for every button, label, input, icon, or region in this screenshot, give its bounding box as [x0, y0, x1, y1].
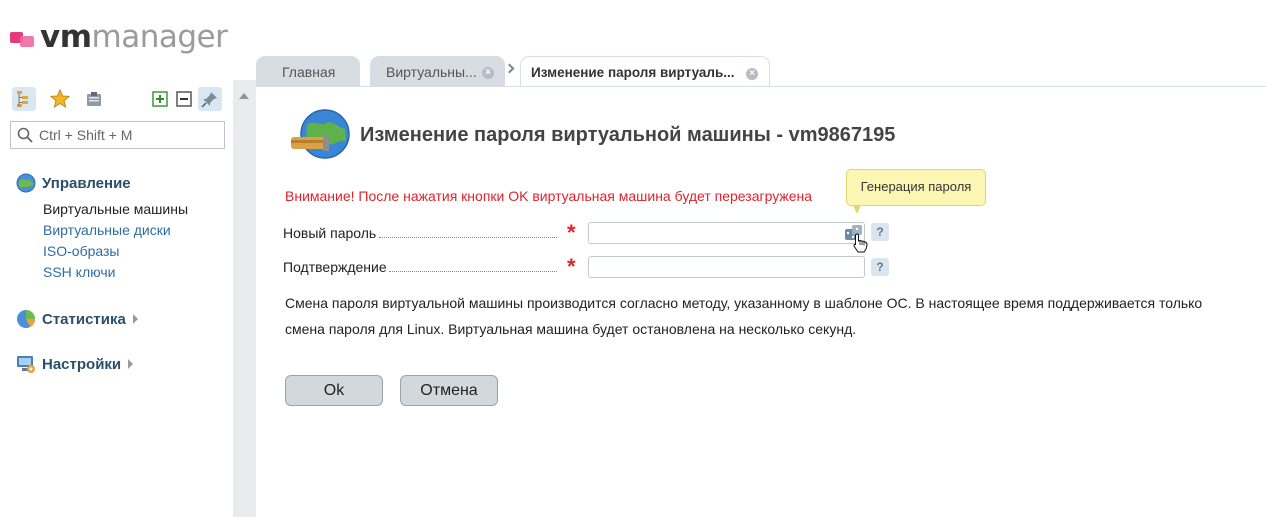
logo-text: vmmanager — [40, 19, 228, 55]
tab-close-icon[interactable]: × — [746, 68, 758, 80]
password-change-description: Смена пароля виртуальной машины производ… — [285, 295, 1203, 337]
group-label-settings: Настройки — [42, 355, 122, 373]
nav-virtual-machines[interactable]: Виртуальные машины — [43, 199, 188, 220]
collapse-all-icon[interactable] — [172, 87, 196, 111]
sidebar-search[interactable] — [10, 121, 225, 149]
tab-bar: Главная Виртуальны... × Изменение пароля… — [256, 56, 1266, 86]
new-password-help-icon[interactable]: ? — [871, 223, 889, 241]
vm-globe-key-icon — [289, 107, 351, 165]
breadcrumb-chevron-icon — [504, 63, 515, 74]
sidebar-toolbar — [12, 87, 227, 113]
logo-mark-icon — [10, 26, 36, 48]
expand-all-icon[interactable] — [148, 87, 172, 111]
pie-chart-icon — [17, 310, 35, 328]
cancel-button[interactable]: Отмена — [400, 375, 498, 406]
new-password-row: Новый пароль * — [283, 220, 903, 245]
tab-change-password[interactable]: Изменение пароля виртуаль... × — [520, 56, 770, 86]
menu-group-management: Управление Виртуальные машины Виртуальны… — [16, 172, 188, 283]
menu-group-statistics: Статистика — [16, 308, 138, 330]
pin-icon[interactable] — [198, 87, 222, 111]
menu-group-settings: Настройки — [16, 353, 134, 375]
group-label-management: Управление — [42, 174, 131, 192]
clipboard-icon[interactable] — [82, 87, 106, 111]
group-head-statistics[interactable]: Статистика — [16, 308, 138, 330]
globe-icon — [16, 173, 36, 193]
tab-virtual-machines[interactable]: Виртуальны... × — [370, 56, 505, 86]
settings-monitor-icon — [17, 356, 35, 373]
group-head-settings[interactable]: Настройки — [16, 353, 134, 375]
required-mark: * — [567, 254, 576, 279]
confirm-password-help-icon[interactable]: ? — [871, 258, 889, 276]
tab-virtual-machines-label: Виртуальны... — [386, 64, 477, 80]
search-input[interactable] — [39, 127, 219, 143]
search-icon — [17, 127, 33, 143]
tab-home[interactable]: Главная — [256, 56, 360, 86]
confirm-password-row: Подтверждение * — [283, 254, 903, 279]
confirm-password-label: Подтверждение — [283, 259, 387, 275]
favorites-star-icon[interactable] — [48, 87, 72, 111]
reboot-warning: Внимание! После нажатия кнопки OK виртуа… — [285, 188, 813, 204]
expand-arrow-icon — [128, 359, 134, 369]
confirm-password-input[interactable] — [588, 256, 865, 278]
nav-iso-images[interactable]: ISO-образы — [43, 241, 188, 262]
expand-arrow-icon — [132, 314, 138, 324]
label-leader — [379, 237, 557, 238]
page-title: Изменение пароля виртуальной машины - vm… — [360, 124, 896, 146]
tab-close-icon[interactable]: × — [482, 67, 494, 79]
hand-cursor-icon — [852, 233, 868, 256]
generate-password-tooltip: Генерация пароля — [846, 169, 986, 214]
nav-ssh-keys[interactable]: SSH ключи — [43, 262, 188, 283]
new-password-input[interactable] — [588, 222, 865, 244]
group-head-management[interactable]: Управление — [16, 172, 188, 194]
ok-button[interactable]: Ok — [285, 375, 383, 406]
app-logo: vmmanager — [10, 19, 228, 55]
new-password-label: Новый пароль — [283, 225, 377, 241]
management-submenu: Виртуальные машины Виртуальные диски ISO… — [43, 199, 188, 283]
collapse-up-arrow-icon[interactable] — [239, 93, 249, 99]
sidebar: Управление Виртуальные машины Виртуальны… — [0, 80, 233, 517]
group-label-statistics: Статистика — [42, 310, 126, 328]
tree-view-icon[interactable] — [12, 87, 36, 111]
main-content: Изменение пароля виртуальной машины - vm… — [256, 87, 1266, 517]
required-mark: * — [567, 220, 576, 245]
tab-home-label: Главная — [282, 64, 336, 80]
panel-divider[interactable] — [233, 80, 256, 517]
label-leader — [389, 271, 557, 272]
nav-virtual-disks[interactable]: Виртуальные диски — [43, 220, 188, 241]
tab-change-password-label: Изменение пароля виртуаль... — [531, 65, 735, 80]
